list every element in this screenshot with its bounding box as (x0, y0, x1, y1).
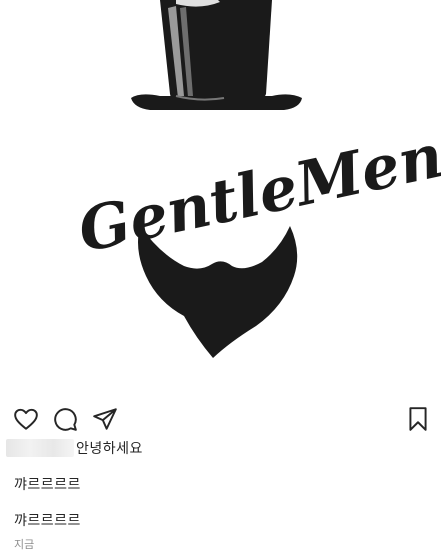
share-button[interactable] (90, 404, 120, 434)
post-actions (0, 404, 441, 436)
caption-text: 안녕하세요 (76, 441, 143, 457)
save-button[interactable] (403, 404, 433, 434)
comment-text: 꺄르르르르 (14, 513, 81, 529)
gentleman-logo-illustration: GentleMen (73, 0, 441, 358)
comment-bubble-icon (54, 408, 77, 431)
like-button[interactable] (11, 404, 41, 434)
comment-text: 꺄르르르르 (14, 477, 81, 493)
heart-outline-icon (14, 408, 38, 430)
caption: 안녕하세요 (6, 437, 143, 459)
username-blurred[interactable] (6, 439, 74, 457)
bookmark-outline-icon (409, 407, 427, 431)
post-timestamp: 지금 (14, 538, 35, 551)
comment-button[interactable] (50, 404, 80, 434)
post-image[interactable]: GentleMen (0, 0, 441, 392)
paper-plane-icon (93, 408, 117, 430)
logo-text: GentleMen (73, 121, 441, 266)
